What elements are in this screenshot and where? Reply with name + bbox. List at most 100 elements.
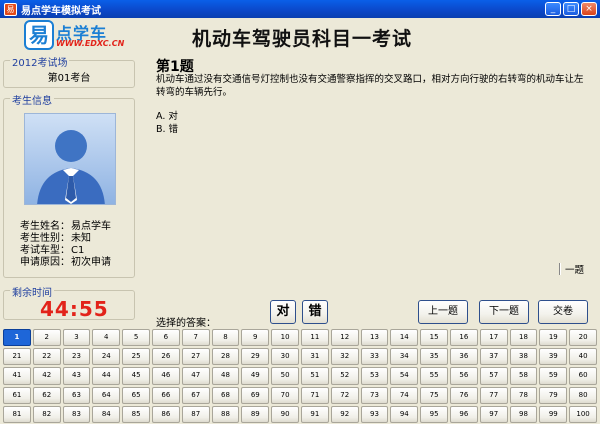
question-cell[interactable]: 8	[211, 329, 240, 347]
question-cell[interactable]: 76	[449, 386, 478, 404]
question-cell[interactable]: 52	[330, 367, 359, 385]
question-cell[interactable]: 35	[420, 348, 448, 366]
question-cell[interactable]: 95	[420, 405, 448, 423]
minimize-button[interactable]: _	[545, 2, 561, 16]
question-cell[interactable]: 3	[62, 329, 91, 347]
question-cell[interactable]: 28	[211, 348, 240, 366]
question-cell[interactable]: 50	[271, 367, 299, 385]
question-cell[interactable]: 62	[32, 386, 61, 404]
question-cell[interactable]: 60	[569, 367, 597, 385]
question-cell[interactable]: 67	[181, 386, 210, 404]
question-cell[interactable]: 100	[569, 405, 597, 423]
question-cell[interactable]: 88	[211, 405, 240, 423]
question-cell[interactable]: 97	[479, 405, 508, 423]
question-cell[interactable]: 40	[569, 348, 597, 366]
question-cell[interactable]: 79	[539, 386, 568, 404]
question-cell[interactable]: 73	[360, 386, 389, 404]
question-cell[interactable]: 99	[539, 405, 568, 423]
question-cell[interactable]: 94	[390, 405, 419, 423]
question-cell[interactable]: 49	[241, 367, 270, 385]
question-cell[interactable]: 86	[151, 405, 180, 423]
question-cell[interactable]: 78	[509, 386, 538, 404]
question-cell[interactable]: 72	[330, 386, 359, 404]
question-cell[interactable]: 80	[569, 386, 597, 404]
question-cell[interactable]: 74	[390, 386, 419, 404]
question-cell[interactable]: 12	[330, 329, 359, 347]
question-cell[interactable]: 38	[509, 348, 538, 366]
question-cell[interactable]: 25	[122, 348, 150, 366]
question-cell[interactable]: 92	[330, 405, 359, 423]
question-cell[interactable]: 34	[390, 348, 419, 366]
question-cell[interactable]: 53	[360, 367, 389, 385]
question-cell[interactable]: 43	[62, 367, 91, 385]
question-cell[interactable]: 46	[151, 367, 180, 385]
question-cell[interactable]: 82	[32, 405, 61, 423]
question-cell[interactable]: 84	[92, 405, 121, 423]
question-cell[interactable]: 20	[569, 329, 597, 347]
question-cell[interactable]: 14	[390, 329, 419, 347]
question-cell[interactable]: 83	[62, 405, 91, 423]
question-cell[interactable]: 90	[271, 405, 299, 423]
previous-question-button[interactable]: 上一题	[418, 300, 468, 324]
question-cell[interactable]: 75	[420, 386, 448, 404]
question-cell[interactable]: 33	[360, 348, 389, 366]
question-cell[interactable]: 27	[181, 348, 210, 366]
question-cell[interactable]: 96	[449, 405, 478, 423]
question-cell[interactable]: 68	[211, 386, 240, 404]
question-cell[interactable]: 45	[122, 367, 150, 385]
question-cell[interactable]: 59	[539, 367, 568, 385]
question-cell[interactable]: 6	[151, 329, 180, 347]
question-cell[interactable]: 21	[3, 348, 31, 366]
question-cell[interactable]: 54	[390, 367, 419, 385]
question-cell[interactable]: 51	[300, 367, 329, 385]
question-cell[interactable]: 41	[3, 367, 31, 385]
question-cell[interactable]: 11	[300, 329, 329, 347]
question-cell[interactable]: 13	[360, 329, 389, 347]
maximize-button[interactable]: □	[563, 2, 579, 16]
question-cell[interactable]: 30	[271, 348, 299, 366]
question-cell[interactable]: 39	[539, 348, 568, 366]
question-cell[interactable]: 47	[181, 367, 210, 385]
question-cell[interactable]: 24	[92, 348, 121, 366]
question-cell[interactable]: 61	[3, 386, 31, 404]
question-cell[interactable]: 55	[420, 367, 448, 385]
question-cell[interactable]: 48	[211, 367, 240, 385]
question-cell[interactable]: 87	[181, 405, 210, 423]
question-cell[interactable]: 17	[479, 329, 508, 347]
question-cell[interactable]: 70	[271, 386, 299, 404]
next-question-button[interactable]: 下一题	[479, 300, 529, 324]
question-cell[interactable]: 77	[479, 386, 508, 404]
question-cell[interactable]: 66	[151, 386, 180, 404]
question-cell[interactable]: 29	[241, 348, 270, 366]
submit-exam-button[interactable]: 交卷	[538, 300, 588, 324]
question-cell[interactable]: 1	[3, 329, 31, 347]
question-cell[interactable]: 31	[300, 348, 329, 366]
question-cell[interactable]: 9	[241, 329, 270, 347]
question-cell[interactable]: 89	[241, 405, 270, 423]
question-cell[interactable]: 7	[181, 329, 210, 347]
question-cell[interactable]: 44	[92, 367, 121, 385]
answer-false-button[interactable]: 错	[302, 300, 328, 324]
question-cell[interactable]: 16	[449, 329, 478, 347]
question-cell[interactable]: 98	[509, 405, 538, 423]
question-cell[interactable]: 81	[3, 405, 31, 423]
question-cell[interactable]: 18	[509, 329, 538, 347]
question-cell[interactable]: 15	[420, 329, 448, 347]
question-cell[interactable]: 26	[151, 348, 180, 366]
question-cell[interactable]: 32	[330, 348, 359, 366]
question-cell[interactable]: 91	[300, 405, 329, 423]
question-cell[interactable]: 10	[271, 329, 299, 347]
question-cell[interactable]: 19	[539, 329, 568, 347]
question-cell[interactable]: 85	[122, 405, 150, 423]
question-cell[interactable]: 4	[92, 329, 121, 347]
question-cell[interactable]: 42	[32, 367, 61, 385]
question-cell[interactable]: 2	[32, 329, 61, 347]
question-cell[interactable]: 23	[62, 348, 91, 366]
question-cell[interactable]: 93	[360, 405, 389, 423]
question-cell[interactable]: 65	[122, 386, 150, 404]
question-cell[interactable]: 69	[241, 386, 270, 404]
question-cell[interactable]: 64	[92, 386, 121, 404]
question-cell[interactable]: 63	[62, 386, 91, 404]
question-cell[interactable]: 5	[122, 329, 150, 347]
question-cell[interactable]: 37	[479, 348, 508, 366]
